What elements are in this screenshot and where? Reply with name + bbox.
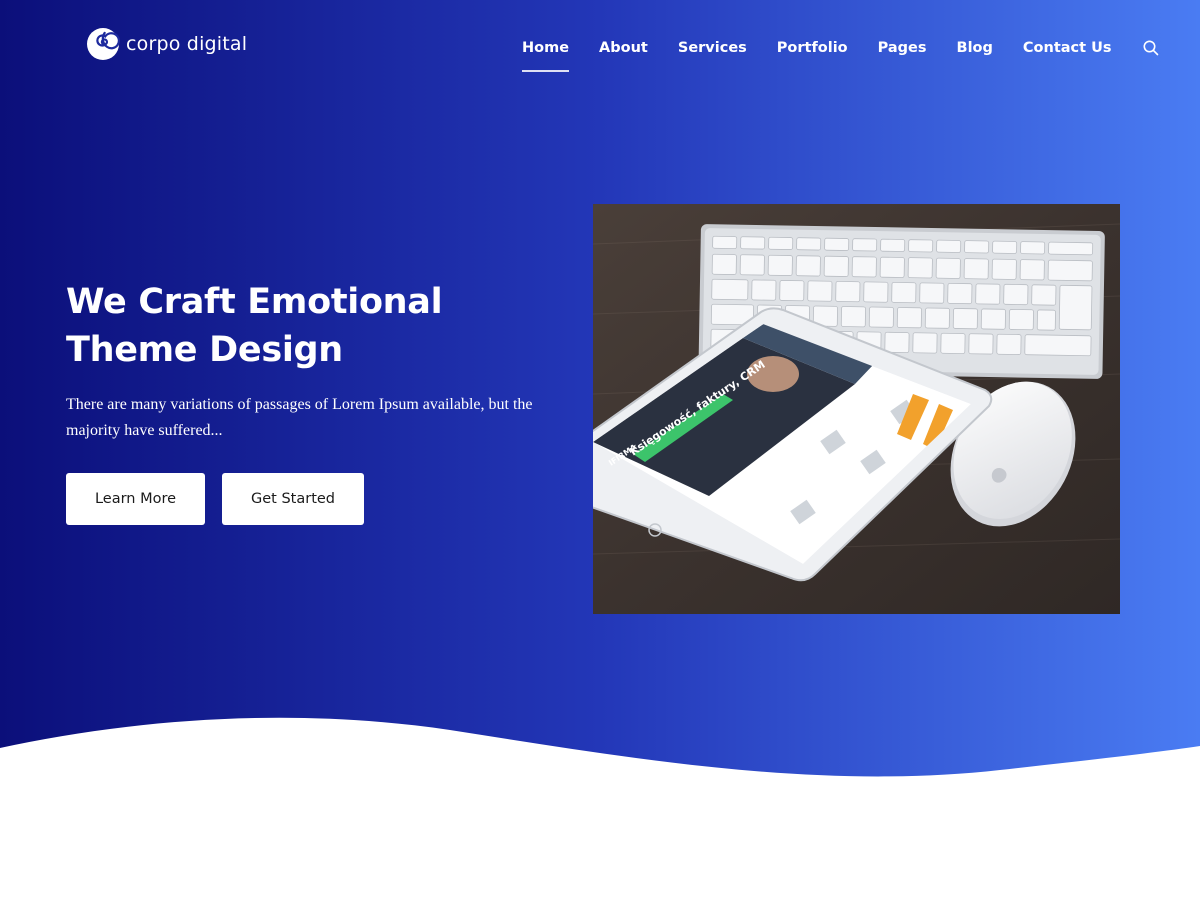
- search-icon[interactable]: [1142, 39, 1160, 57]
- nav-item-about[interactable]: About: [599, 38, 648, 58]
- get-started-button[interactable]: Get Started: [222, 473, 364, 525]
- hero-section: corpo digital Home About Services Portfo…: [0, 0, 1200, 900]
- brand-name: corpo digital: [126, 33, 248, 55]
- nav-item-blog[interactable]: Blog: [957, 38, 993, 58]
- hero-title-line-2: Theme Design: [66, 330, 343, 370]
- nav-item-pages[interactable]: Pages: [878, 38, 927, 58]
- site-logo[interactable]: corpo digital: [86, 26, 247, 62]
- hero-title-line-1: We Craft Emotional: [66, 282, 443, 322]
- learn-more-button[interactable]: Learn More: [66, 473, 205, 525]
- nav-item-contact-us[interactable]: Contact Us: [1023, 38, 1112, 58]
- nav-item-services[interactable]: Services: [678, 38, 747, 58]
- hero-title: We Craft Emotional Theme Design: [66, 278, 546, 374]
- main-nav: Home About Services Portfolio Pages Blog…: [522, 36, 1160, 72]
- hero-description: There are many variations of passages of…: [66, 396, 533, 439]
- nav-item-home[interactable]: Home: [522, 38, 570, 72]
- nav-item-portfolio[interactable]: Portfolio: [777, 38, 848, 58]
- spiral-icon: [87, 28, 120, 60]
- hero-image: Księgowość, faktury, CRM IFIRMA: [593, 204, 1120, 614]
